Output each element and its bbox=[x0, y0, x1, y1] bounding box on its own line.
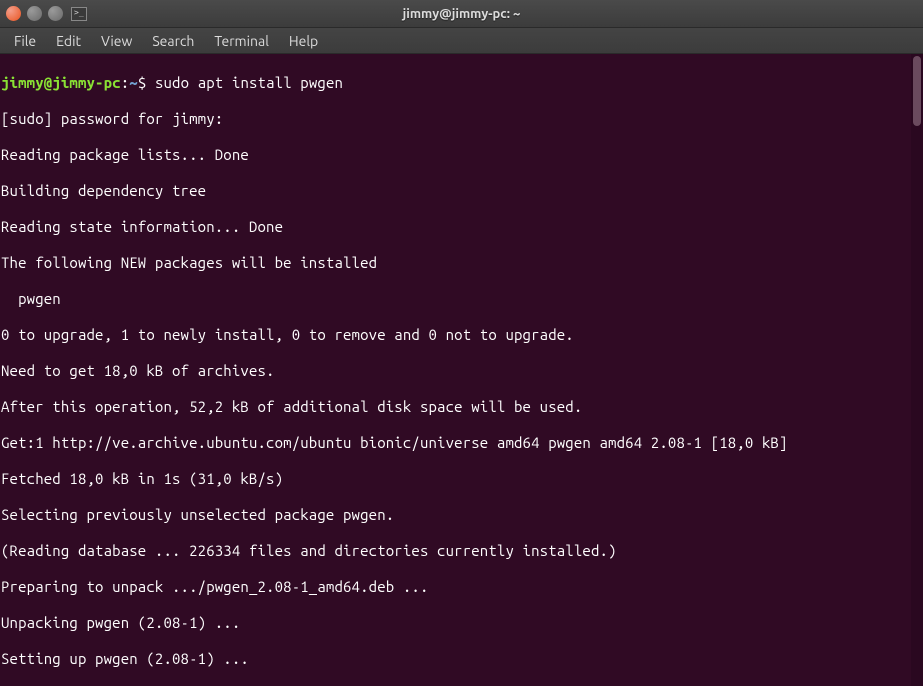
output-line: The following NEW packages will be insta… bbox=[1, 254, 922, 272]
prompt-user: jimmy@jimmy-pc bbox=[1, 74, 121, 91]
output-line: Get:1 http://ve.archive.ubuntu.com/ubunt… bbox=[1, 434, 922, 452]
window-titlebar: jimmy@jimmy-pc: ~ bbox=[0, 0, 923, 28]
prompt-path: ~ bbox=[129, 74, 138, 91]
menu-edit[interactable]: Edit bbox=[46, 30, 91, 52]
output-line: Fetched 18,0 kB in 1s (31,0 kB/s) bbox=[1, 470, 922, 488]
menu-view[interactable]: View bbox=[91, 30, 142, 52]
window-title: jimmy@jimmy-pc: ~ bbox=[403, 7, 521, 21]
output-line: Need to get 18,0 kB of archives. bbox=[1, 362, 922, 380]
menu-search[interactable]: Search bbox=[142, 30, 204, 52]
prompt-colon: : bbox=[121, 74, 130, 91]
prompt-symbol: $ bbox=[138, 74, 155, 91]
close-button[interactable] bbox=[6, 6, 21, 21]
output-line: Preparing to unpack .../pwgen_2.08-1_amd… bbox=[1, 578, 922, 596]
output-line: After this operation, 52,2 kB of additio… bbox=[1, 398, 922, 416]
output-line: Building dependency tree bbox=[1, 182, 922, 200]
output-line: 0 to upgrade, 1 to newly install, 0 to r… bbox=[1, 326, 922, 344]
output-line: Reading package lists... Done bbox=[1, 146, 922, 164]
output-line: (Reading database ... 226334 files and d… bbox=[1, 542, 922, 560]
command-text: sudo apt install pwgen bbox=[155, 74, 343, 91]
menu-terminal[interactable]: Terminal bbox=[204, 30, 279, 52]
output-line: pwgen bbox=[1, 290, 922, 308]
minimize-button[interactable] bbox=[27, 6, 42, 21]
scrollbar[interactable] bbox=[911, 54, 923, 686]
output-line: Unpacking pwgen (2.08-1) ... bbox=[1, 614, 922, 632]
output-line: Reading state information... Done bbox=[1, 218, 922, 236]
window-controls bbox=[6, 6, 63, 21]
scrollbar-thumb[interactable] bbox=[913, 56, 921, 126]
menu-help[interactable]: Help bbox=[279, 30, 328, 52]
maximize-button[interactable] bbox=[48, 6, 63, 21]
menu-file[interactable]: File bbox=[4, 30, 46, 52]
menubar: File Edit View Search Terminal Help bbox=[0, 28, 923, 54]
terminal-content[interactable]: jimmy@jimmy-pc:~$ sudo apt install pwgen… bbox=[0, 54, 923, 686]
output-line: [sudo] password for jimmy: bbox=[1, 110, 922, 128]
terminal-icon bbox=[71, 7, 87, 21]
output-line: Selecting previously unselected package … bbox=[1, 506, 922, 524]
output-line: Setting up pwgen (2.08-1) ... bbox=[1, 650, 922, 668]
